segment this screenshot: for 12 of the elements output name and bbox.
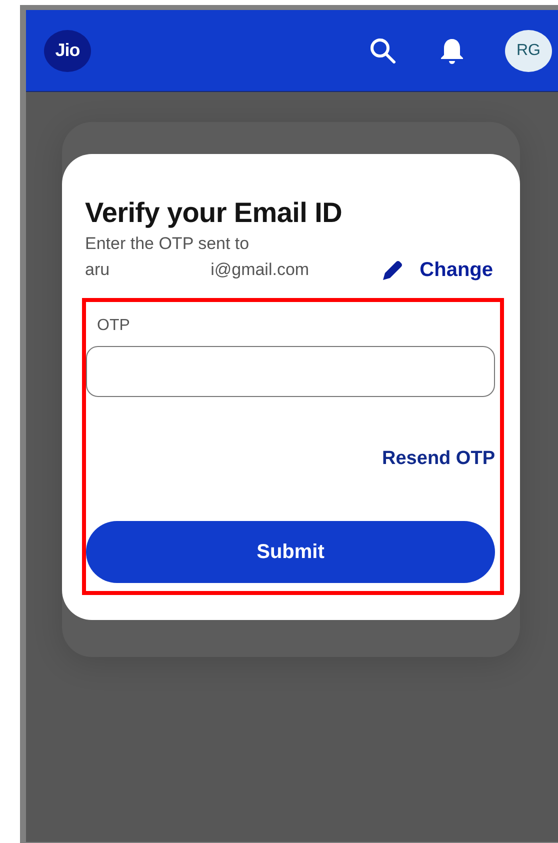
dialog-title: Verify your Email ID — [85, 196, 343, 230]
email-text: i@gmail.com — [210, 259, 310, 281]
change-link[interactable]: Change — [380, 258, 493, 282]
resend-otp-link[interactable]: Resend OTP — [382, 447, 495, 471]
jio-logo[interactable]: Jio — [44, 30, 91, 72]
otp-message: Enter the OTP sent to — [85, 234, 250, 254]
otp-input-field[interactable] — [86, 346, 495, 397]
field-label: OTP — [97, 316, 131, 336]
profile-avatar[interactable]: RG — [505, 30, 552, 72]
search-button[interactable] — [369, 36, 397, 64]
email-text: aru — [85, 259, 110, 281]
submit-button[interactable]: Submit — [86, 521, 495, 583]
